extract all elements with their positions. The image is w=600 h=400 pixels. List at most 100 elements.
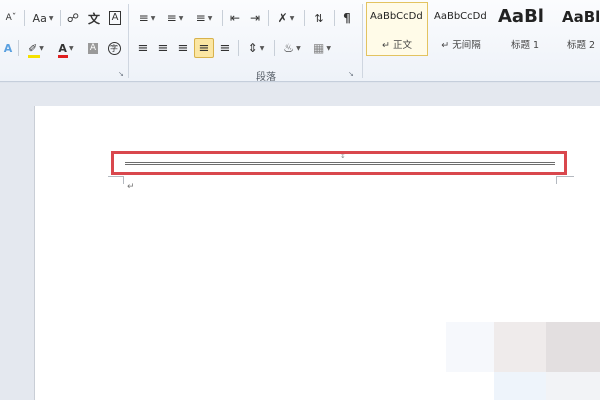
char-border-icon: A: [108, 11, 122, 25]
multilevel-list-icon: ≡: [195, 11, 206, 25]
style-sample: AaBb: [562, 8, 599, 26]
enclose-char-icon: 字: [107, 41, 121, 55]
chevron-down-icon: ▼: [289, 14, 295, 22]
toolbar-separator: [304, 10, 305, 26]
watermark-block: [446, 322, 494, 372]
change-case-button[interactable]: Aa ▼: [28, 8, 58, 28]
toolbar-separator: [268, 10, 269, 26]
bullets-button[interactable]: ≡ ▼: [134, 8, 160, 28]
numbering-button[interactable]: ≡ ▼: [162, 8, 188, 28]
group-separator: [128, 4, 129, 78]
char-shading-button[interactable]: A: [84, 38, 102, 58]
justify-icon: ≡: [198, 40, 210, 56]
char-shading-icon: A: [87, 42, 99, 54]
chevron-down-icon: ▼: [150, 14, 156, 22]
font-color-letter: A: [58, 41, 67, 55]
chevron-down-icon: ▼: [68, 44, 74, 52]
toolbar-separator: [238, 40, 239, 56]
style-sample: AaBl: [498, 6, 544, 27]
paragraph-mark: ↵: [127, 182, 135, 192]
phonetic-guide-icon: 文: [87, 11, 100, 26]
shrink-font-button[interactable]: Aˇ: [2, 8, 20, 28]
borders-button[interactable]: ▦ ▼: [308, 38, 336, 58]
watermark-block: [546, 322, 600, 372]
align-right-icon: ≡: [177, 40, 189, 56]
highlight-color-button[interactable]: ✐ ▼: [22, 38, 50, 58]
decrease-indent-icon: ⇤: [229, 11, 241, 25]
shading-button[interactable]: ♨ ▼: [278, 38, 306, 58]
align-center-button[interactable]: ≡: [154, 38, 172, 58]
ribbon: Aˇ Aa ▼ ☍ 文 A A ✐ ▼ A ▼ A 字 ↘ ≡ ▼ ≡ ▼ ≡ …: [0, 0, 600, 83]
toolbar-separator: [222, 10, 223, 26]
paragraph-mark-icon: ¶: [343, 11, 351, 25]
paragraph-group-label: 段落: [256, 72, 276, 83]
chevron-down-icon: ▼: [178, 14, 184, 22]
chinese-layout-button[interactable]: ✗ ▼: [272, 8, 300, 28]
style-no-spacing[interactable]: AaBbCcDd ↵ 无间隔: [430, 2, 492, 56]
style-label: ↵ 正文: [382, 40, 412, 51]
highlighter-icon: ✐: [28, 42, 41, 58]
styles-gallery: AaBbCcDd ↵ 正文 AaBbCcDd ↵ 无间隔 AaBl 标题 1 A…: [364, 2, 600, 58]
multilevel-list-button[interactable]: ≡ ▼: [190, 8, 218, 28]
highlight-annotation-box: [111, 151, 567, 175]
margin-corner-mark: [108, 176, 124, 184]
align-center-icon: ≡: [157, 40, 169, 56]
text-effects-button[interactable]: A: [0, 38, 16, 58]
font-group: Aˇ Aa ▼ ☍ 文 A A ✐ ▼ A ▼ A 字 ↘: [0, 0, 128, 82]
chevron-down-icon: ▼: [39, 44, 44, 52]
font-color-icon: A: [58, 41, 69, 58]
align-right-button[interactable]: ≡: [174, 38, 192, 58]
style-sample: AaBbCcDd: [370, 11, 423, 22]
paint-bucket-icon: ♨: [283, 41, 295, 55]
sort-button[interactable]: ⇅: [308, 8, 330, 28]
align-left-button[interactable]: ≡: [134, 38, 152, 58]
enclose-char-button[interactable]: 字: [104, 38, 124, 58]
chinese-layout-icon: ✗: [277, 11, 288, 25]
style-sample: AaBbCcDd: [434, 11, 487, 22]
toolbar-separator: [60, 10, 61, 26]
style-label: 标题 2: [567, 40, 596, 51]
change-case-icon: Aa: [32, 11, 47, 25]
char-border-button[interactable]: A: [106, 8, 124, 28]
clear-formatting-button[interactable]: ☍: [64, 8, 82, 28]
increase-indent-button[interactable]: ⇥: [246, 8, 264, 28]
toolbar-separator: [274, 40, 275, 56]
borders-icon: ▦: [313, 41, 325, 55]
toolbar-separator: [24, 10, 25, 26]
style-normal[interactable]: AaBbCcDd ↵ 正文: [366, 2, 428, 56]
chevron-down-icon: ▼: [326, 44, 331, 52]
sort-icon: ⇅: [314, 11, 324, 25]
numbered-list-icon: ≡: [166, 11, 177, 25]
show-marks-button[interactable]: ¶: [338, 8, 356, 28]
watermark-block: [546, 372, 600, 400]
toolbar-separator: [18, 40, 19, 56]
watermark-block: [494, 322, 546, 372]
distributed-button[interactable]: ≡: [216, 38, 234, 58]
chevron-down-icon: ▼: [259, 44, 265, 52]
bullet-list-icon: ≡: [138, 11, 149, 25]
font-dialog-launcher-icon[interactable]: ↘: [118, 70, 126, 78]
font-color-button[interactable]: A ▼: [52, 38, 80, 58]
group-separator: [362, 4, 363, 78]
align-left-icon: ≡: [137, 40, 149, 56]
paragraph-dialog-launcher-icon[interactable]: ↘: [348, 70, 356, 78]
distributed-icon: ≡: [219, 40, 231, 56]
chevron-down-icon: ▼: [207, 14, 213, 22]
margin-corner-mark: [556, 176, 574, 184]
watermark-block: [494, 372, 546, 400]
text-effects-icon: A: [3, 41, 13, 55]
decrease-indent-button[interactable]: ⇤: [226, 8, 244, 28]
line-spacing-icon: ⇕: [247, 41, 258, 55]
paragraph-group: ≡ ▼ ≡ ▼ ≡ ▼ ⇤ ⇥ ✗ ▼ ⇅ ¶ ≡ ≡ ≡ ≡ ≡ ⇕ ▼ ♨ …: [130, 0, 360, 83]
style-heading-2[interactable]: AaBb 标题 2: [558, 2, 600, 56]
toolbar-separator: [334, 10, 335, 26]
line-spacing-button[interactable]: ⇕ ▼: [242, 38, 270, 58]
justify-button[interactable]: ≡: [194, 38, 214, 58]
shrink-font-icon: Aˇ: [5, 13, 17, 23]
style-heading-1[interactable]: AaBl 标题 1: [494, 2, 556, 56]
phonetic-guide-button[interactable]: 文: [84, 8, 104, 28]
chevron-down-icon: ▼: [296, 44, 301, 52]
style-label: 标题 1: [510, 40, 540, 51]
clear-formatting-icon: ☍: [66, 11, 80, 25]
chevron-down-icon: ▼: [48, 14, 54, 22]
